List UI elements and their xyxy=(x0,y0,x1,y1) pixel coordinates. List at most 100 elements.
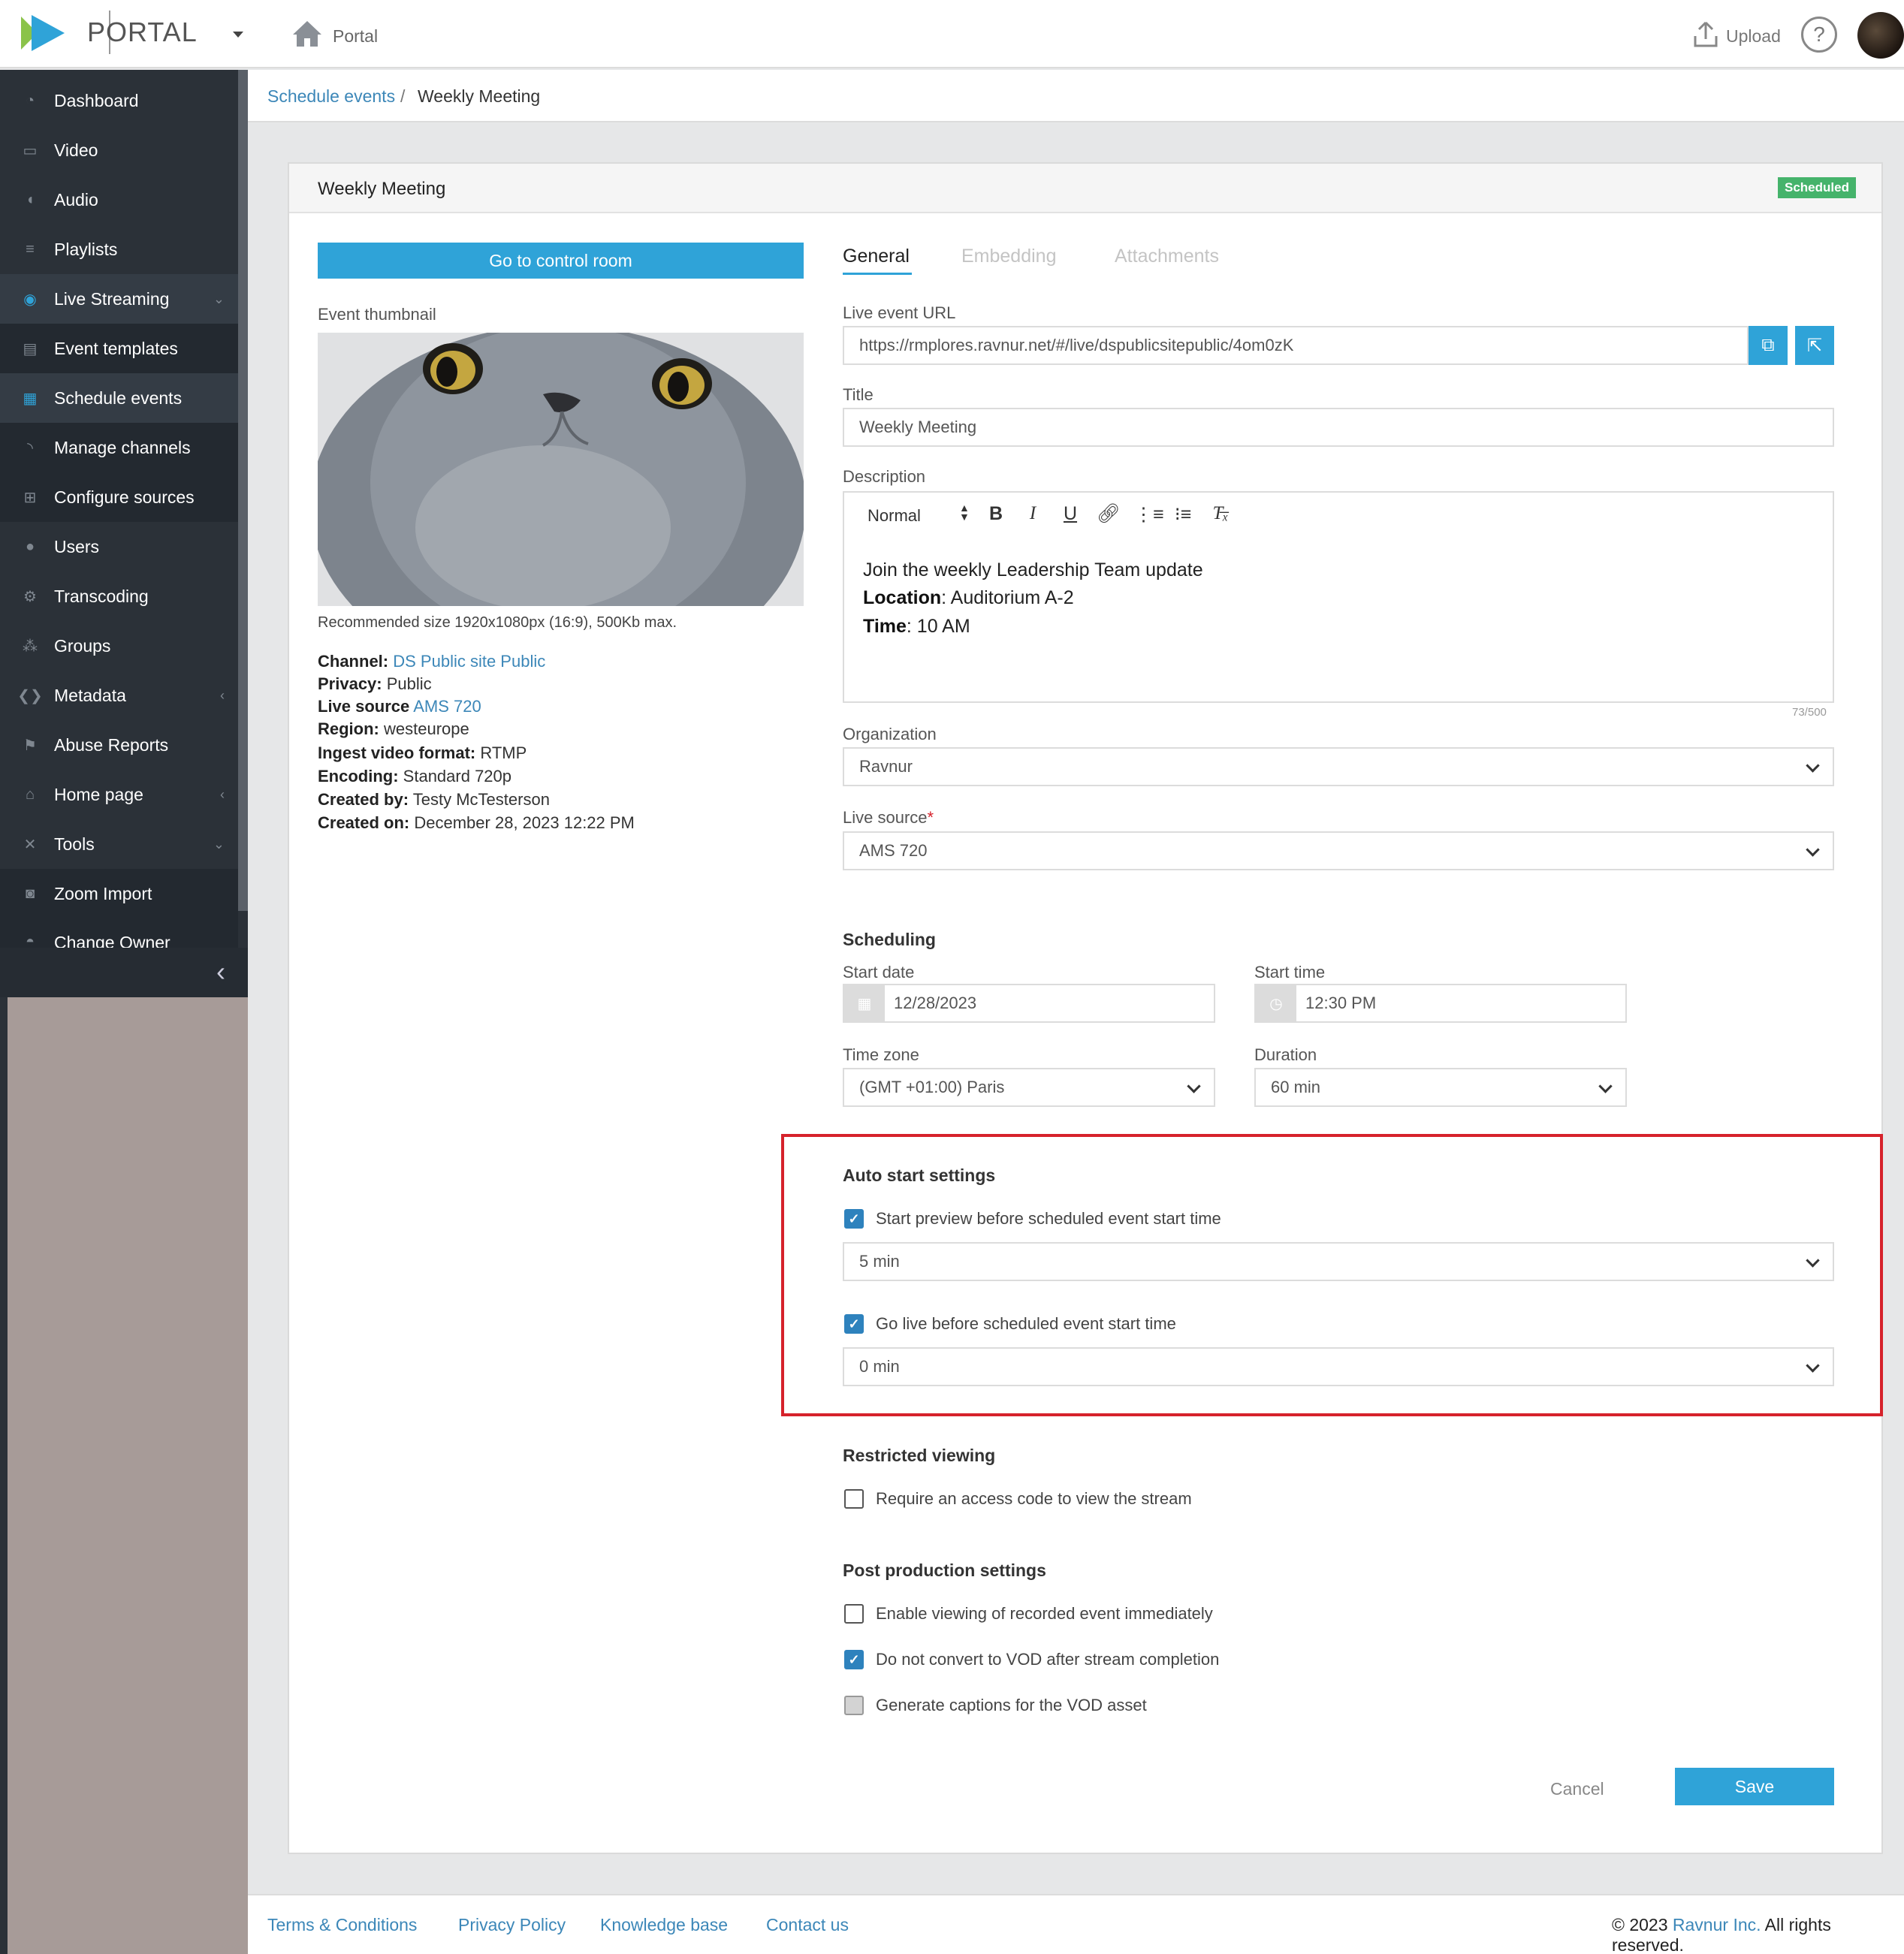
home-icon: ⌂ xyxy=(25,786,35,803)
preview-checkbox-row[interactable]: ✓ Start preview before scheduled event s… xyxy=(844,1209,1221,1229)
terms-link[interactable]: Terms & Conditions xyxy=(267,1915,417,1935)
link-icon[interactable]: 🔗︎ xyxy=(1097,503,1121,525)
captions-checkbox[interactable] xyxy=(844,1696,864,1715)
sidebar-item-configure-sources[interactable]: ⊞ Configure sources xyxy=(0,472,238,522)
bold-icon[interactable]: B xyxy=(985,503,1007,525)
duration-select[interactable]: 60 min xyxy=(1254,1068,1627,1107)
sidebar-item-label: Home page xyxy=(54,784,143,804)
access-code-checkbox-row[interactable]: Require an access code to view the strea… xyxy=(844,1489,1192,1509)
start-date-input[interactable]: ▦ 12/28/2023 xyxy=(843,984,1215,1023)
chevron-left-icon[interactable]: ‹ xyxy=(216,956,225,988)
sidebar-item-label: Video xyxy=(54,140,98,160)
live-source-select[interactable]: AMS 720 xyxy=(843,831,1834,870)
underline-icon[interactable]: U xyxy=(1059,503,1082,525)
ordered-list-icon[interactable]: ⋮≡ xyxy=(1134,503,1164,526)
live-url-field[interactable]: https://rmplores.ravnur.net/#/live/dspub… xyxy=(843,326,1749,365)
enable-viewing-checkbox-row[interactable]: Enable viewing of recorded event immedia… xyxy=(844,1604,1213,1624)
sidebar-item-metadata[interactable]: ❮❯ Metadata ‹ xyxy=(0,671,238,720)
group-icon: ⁂ xyxy=(23,638,38,655)
sidebar-item-zoom-import[interactable]: ◙ Zoom Import xyxy=(0,869,238,918)
breadcrumb-link[interactable]: Schedule events xyxy=(267,86,395,107)
sidebar-item-label: Event templates xyxy=(54,338,178,358)
sidebar-item-dashboard[interactable]: ◔ Dashboard xyxy=(0,76,238,125)
sidebar-item-schedule-events[interactable]: ▦ Schedule events xyxy=(0,373,238,423)
preview-checkbox[interactable]: ✓ xyxy=(844,1209,864,1229)
clear-format-icon[interactable]: T̶ₓ xyxy=(1209,503,1232,524)
cog-icon: ⚙ xyxy=(23,588,37,605)
help-button[interactable]: ? xyxy=(1801,17,1837,53)
title-label: Title xyxy=(843,385,874,404)
chevron-down-icon: ⌄ xyxy=(213,836,225,852)
event-thumbnail[interactable] xyxy=(318,333,804,606)
title-input[interactable]: Weekly Meeting xyxy=(843,408,1834,447)
sidebar-item-video[interactable]: ▭ Video xyxy=(0,125,238,175)
sidebar-item-audio[interactable]: ◖ Audio xyxy=(0,175,238,225)
access-code-checkbox[interactable] xyxy=(844,1489,864,1509)
organization-select[interactable]: Ravnur xyxy=(843,747,1834,786)
sidebar-item-transcoding[interactable]: ⚙ Transcoding xyxy=(0,571,238,621)
sidebar-item-groups[interactable]: ⁂ Groups xyxy=(0,621,238,671)
bullet-list-icon[interactable]: ⁝≡ xyxy=(1172,503,1194,526)
sidebar-item-tools[interactable]: ✕ Tools ⌄ xyxy=(0,819,238,869)
restricted-title: Restricted viewing xyxy=(843,1446,996,1465)
copy-icon: ⧉ xyxy=(1761,335,1775,355)
format-select[interactable]: Normal xyxy=(868,506,921,526)
home-icon[interactable] xyxy=(291,20,323,48)
upload-icon[interactable] xyxy=(1693,21,1718,48)
italic-icon[interactable]: I xyxy=(1021,503,1044,524)
live-source-link[interactable]: AMS 720 xyxy=(413,697,481,716)
avatar[interactable] xyxy=(1857,12,1904,59)
home-link[interactable]: Portal xyxy=(333,26,378,47)
captions-checkbox-row[interactable]: Generate captions for the VOD asset xyxy=(844,1696,1147,1715)
breadcrumb-current: Weekly Meeting xyxy=(418,86,541,106)
copy-url-button[interactable]: ⧉ xyxy=(1749,326,1788,365)
calendar-icon: ▦ xyxy=(23,390,38,407)
golive-checkbox-row[interactable]: ✓ Go live before scheduled event start t… xyxy=(844,1314,1176,1334)
sidebar-item-event-templates[interactable]: ▤ Event templates xyxy=(0,324,238,373)
sidebar-item-label: Transcoding xyxy=(54,586,149,606)
time-zone-select[interactable]: (GMT +01:00) Paris xyxy=(843,1068,1215,1107)
enable-viewing-checkbox[interactable] xyxy=(844,1604,864,1624)
sidebar-item-home-page[interactable]: ⌂ Home page ‹ xyxy=(0,770,238,819)
company-link[interactable]: Ravnur Inc. xyxy=(1673,1915,1761,1934)
no-vod-checkbox[interactable]: ✓ xyxy=(844,1650,864,1669)
start-date-label: Start date xyxy=(843,963,915,982)
sidebar-item-playlists[interactable]: ≡ Playlists xyxy=(0,225,238,274)
golive-checkbox[interactable]: ✓ xyxy=(844,1314,864,1334)
time-zone-label: Time zone xyxy=(843,1045,919,1064)
control-room-button[interactable]: Go to control room xyxy=(318,243,804,279)
sidebar-scrollbar[interactable] xyxy=(238,70,248,911)
start-time-input[interactable]: ◷ 12:30 PM xyxy=(1254,984,1627,1023)
upload-button[interactable]: Upload xyxy=(1726,26,1781,47)
sidebar-item-change-owner[interactable]: ◓ Change Owner xyxy=(0,918,238,948)
tab-attachments[interactable]: Attachments xyxy=(1115,246,1219,267)
cancel-button[interactable]: Cancel xyxy=(1550,1779,1604,1799)
clock-icon: ◷ xyxy=(1256,985,1296,1021)
sidebar-item-label: Users xyxy=(54,536,100,556)
channel-link[interactable]: DS Public site Public xyxy=(393,652,545,671)
privacy-link[interactable]: Privacy Policy xyxy=(458,1915,566,1935)
chevron-down-icon[interactable] xyxy=(233,32,243,38)
save-button[interactable]: Save xyxy=(1675,1768,1834,1805)
chevron-left-icon: ‹ xyxy=(220,687,225,703)
broadcast-icon: ◉ xyxy=(23,291,37,308)
flag-icon: ⚑ xyxy=(23,737,37,754)
sidebar-item-manage-channels[interactable]: ◝ Manage channels xyxy=(0,423,238,472)
start-time-label: Start time xyxy=(1254,963,1326,982)
meta-channel: Channel: DS Public site Public xyxy=(318,652,546,671)
no-vod-checkbox-row[interactable]: ✓ Do not convert to VOD after stream com… xyxy=(844,1650,1219,1669)
sidebar-collapse-bar[interactable] xyxy=(0,948,248,997)
sidebar-item-users[interactable]: ● Users xyxy=(0,522,238,571)
logo-icon[interactable] xyxy=(21,15,65,51)
sidebar-item-live-streaming[interactable]: ◉ Live Streaming ⌄ xyxy=(0,274,238,324)
open-url-button[interactable]: ⇱ xyxy=(1795,326,1834,365)
tab-embedding[interactable]: Embedding xyxy=(961,246,1056,267)
contact-link[interactable]: Contact us xyxy=(766,1915,849,1935)
golive-time-select[interactable]: 0 min xyxy=(843,1347,1834,1386)
sidebar-item-abuse-reports[interactable]: ⚑ Abuse Reports xyxy=(0,720,238,770)
tab-general[interactable]: General xyxy=(843,246,910,267)
meta-created-by: Created by: Testy McTesterson xyxy=(318,790,550,809)
preview-time-select[interactable]: 5 min xyxy=(843,1242,1834,1281)
knowledge-base-link[interactable]: Knowledge base xyxy=(600,1915,728,1935)
organization-label: Organization xyxy=(843,725,937,743)
